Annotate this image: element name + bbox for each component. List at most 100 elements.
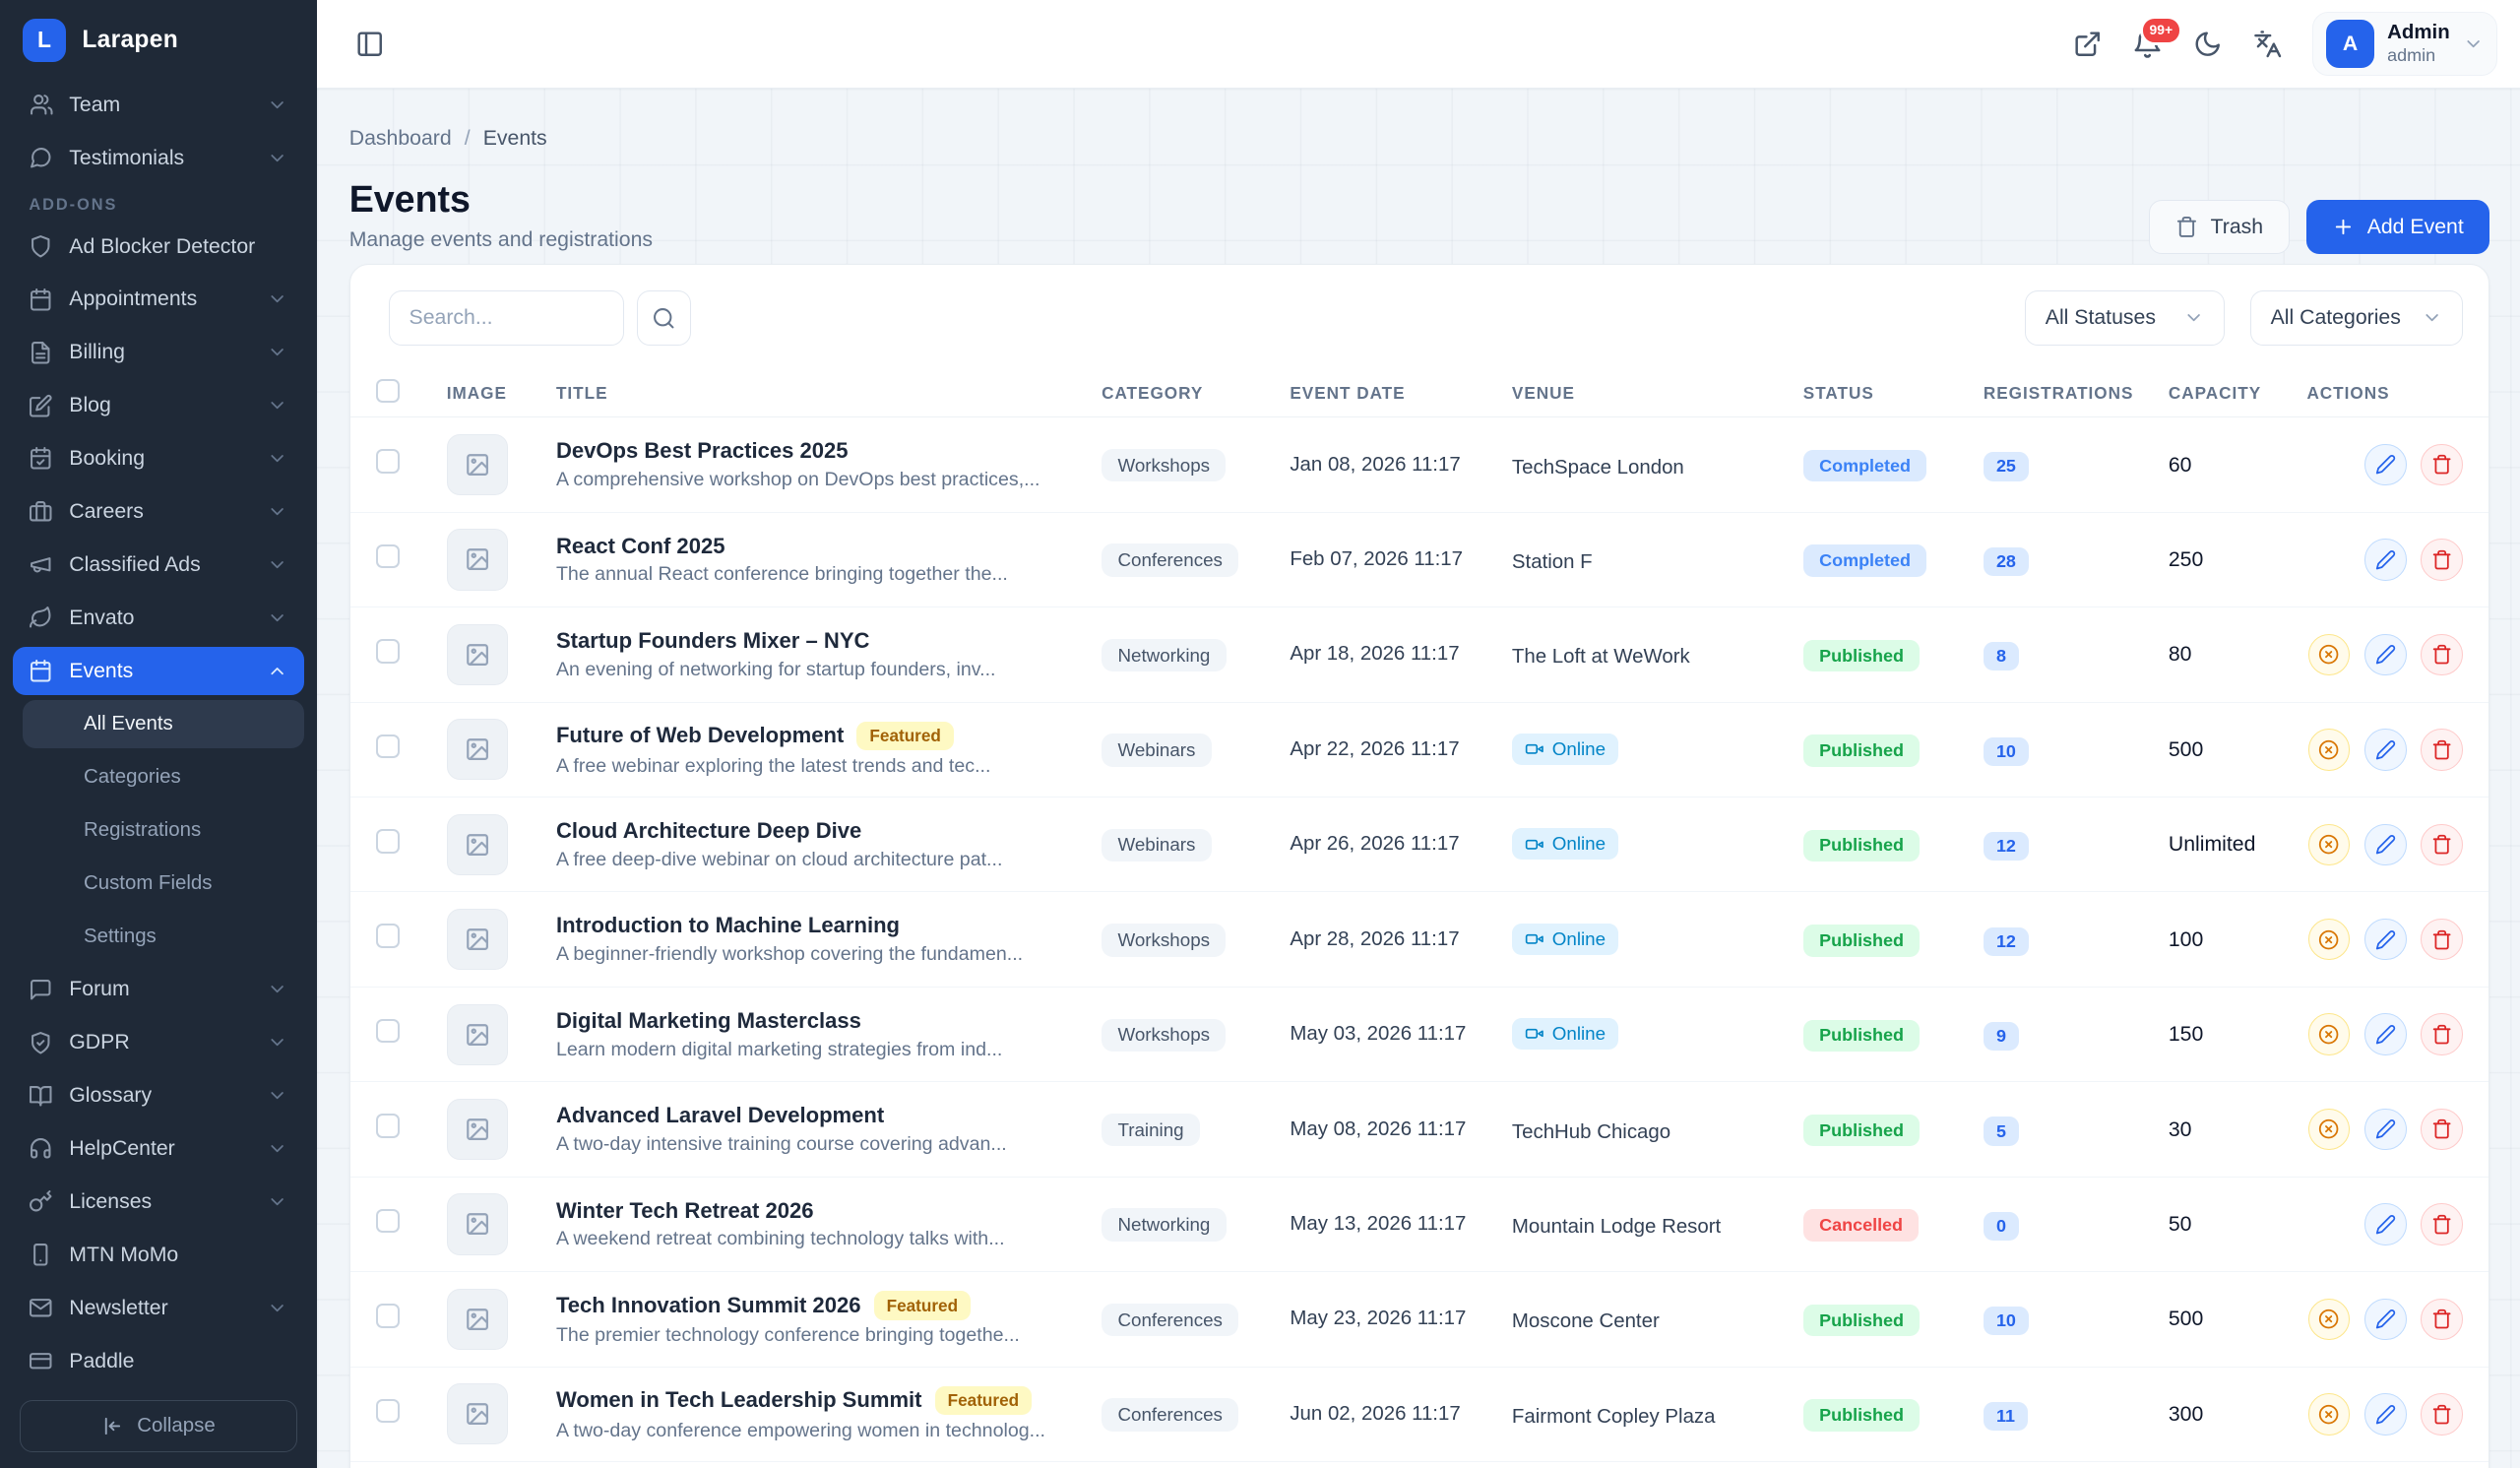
sidebar-item-careers[interactable]: Careers bbox=[13, 487, 304, 536]
sidebar-item-ad-blocker-detector[interactable]: Ad Blocker Detector bbox=[13, 223, 304, 271]
event-title[interactable]: DevOps Best Practices 2025 bbox=[556, 438, 849, 464]
event-title[interactable]: Tech Innovation Summit 2026 bbox=[556, 1293, 861, 1318]
delete-button[interactable] bbox=[2421, 634, 2463, 676]
sidebar-item-billing[interactable]: Billing bbox=[13, 328, 304, 376]
edit-button[interactable] bbox=[2364, 539, 2407, 581]
sidebar-subitem-custom-fields[interactable]: Custom Fields bbox=[23, 860, 304, 908]
row-checkbox[interactable] bbox=[376, 734, 401, 759]
search-input[interactable] bbox=[389, 290, 624, 346]
sidebar-item-licenses[interactable]: Licenses bbox=[13, 1178, 304, 1226]
edit-button[interactable] bbox=[2364, 1393, 2407, 1436]
sidebar-subitem-all-events[interactable]: All Events bbox=[23, 700, 304, 748]
dark-mode-button[interactable] bbox=[2193, 30, 2222, 58]
cancel-event-button[interactable] bbox=[2308, 729, 2351, 771]
user-menu[interactable]: A Admin admin bbox=[2312, 12, 2497, 75]
row-checkbox[interactable] bbox=[376, 1114, 401, 1138]
sidebar-toggle-button[interactable] bbox=[355, 30, 384, 58]
status-filter-select[interactable]: All Statuses bbox=[2025, 290, 2225, 346]
add-event-button[interactable]: Add Event bbox=[2306, 200, 2489, 255]
cancel-event-button[interactable] bbox=[2308, 634, 2351, 676]
event-title[interactable]: Cloud Architecture Deep Dive bbox=[556, 818, 861, 844]
delete-button[interactable] bbox=[2421, 1013, 2463, 1055]
row-checkbox[interactable] bbox=[376, 1399, 401, 1424]
edit-button[interactable] bbox=[2364, 1203, 2407, 1245]
delete-button[interactable] bbox=[2421, 919, 2463, 961]
cancel-event-button[interactable] bbox=[2308, 824, 2351, 866]
venue-text: Moscone Center bbox=[1512, 1310, 1660, 1332]
event-title[interactable]: Women in Tech Leadership Summit bbox=[556, 1387, 922, 1413]
sidebar-item-helpcenter[interactable]: HelpCenter bbox=[13, 1124, 304, 1173]
sidebar-item-mtn-momo[interactable]: MTN MoMo bbox=[13, 1231, 304, 1279]
sidebar-subitem-categories[interactable]: Categories bbox=[23, 753, 304, 801]
event-image-placeholder bbox=[447, 1383, 508, 1444]
search-button[interactable] bbox=[637, 290, 692, 346]
event-title[interactable]: Introduction to Machine Learning bbox=[556, 913, 900, 938]
cancel-event-button[interactable] bbox=[2308, 919, 2351, 961]
delete-button[interactable] bbox=[2421, 444, 2463, 486]
sidebar-item-events[interactable]: Events bbox=[13, 647, 304, 695]
event-title[interactable]: Future of Web Development bbox=[556, 723, 844, 748]
delete-button[interactable] bbox=[2421, 1393, 2463, 1436]
sidebar-item-booking[interactable]: Booking bbox=[13, 434, 304, 482]
brand[interactable]: L Larapen bbox=[0, 0, 317, 81]
cancel-event-button[interactable] bbox=[2308, 1013, 2351, 1055]
column-header-registrations: REGISTRATIONS bbox=[1984, 383, 2169, 404]
sidebar-item-envato[interactable]: Envato bbox=[13, 594, 304, 642]
sidebar-subitem-settings[interactable]: Settings bbox=[23, 913, 304, 961]
edit-button[interactable] bbox=[2364, 1299, 2407, 1341]
sidebar-item-newsletter[interactable]: Newsletter bbox=[13, 1284, 304, 1332]
translate-button[interactable] bbox=[2253, 30, 2282, 58]
edit-button[interactable] bbox=[2364, 444, 2407, 486]
row-checkbox[interactable] bbox=[376, 544, 401, 569]
row-checkbox[interactable] bbox=[376, 639, 401, 664]
sidebar-item-gdpr[interactable]: GDPR bbox=[13, 1018, 304, 1066]
row-checkbox[interactable] bbox=[376, 1209, 401, 1234]
external-link-button[interactable] bbox=[2073, 30, 2102, 58]
edit-button[interactable] bbox=[2364, 1013, 2407, 1055]
event-title[interactable]: Startup Founders Mixer – NYC bbox=[556, 628, 870, 654]
event-title[interactable]: React Conf 2025 bbox=[556, 534, 725, 559]
edit-button[interactable] bbox=[2364, 729, 2407, 771]
breadcrumb-dashboard[interactable]: Dashboard bbox=[349, 126, 452, 151]
sidebar-item-classified-ads[interactable]: Classified Ads bbox=[13, 541, 304, 589]
category-filter-select[interactable]: All Categories bbox=[2250, 290, 2463, 346]
edit-button[interactable] bbox=[2364, 919, 2407, 961]
edit-button[interactable] bbox=[2364, 824, 2407, 866]
cancel-event-button[interactable] bbox=[2308, 1109, 2351, 1151]
delete-button[interactable] bbox=[2421, 729, 2463, 771]
featured-badge: Featured bbox=[935, 1386, 1033, 1415]
delete-button[interactable] bbox=[2421, 1109, 2463, 1151]
collapse-button[interactable]: Collapse bbox=[20, 1400, 298, 1451]
sidebar-item-glossary[interactable]: Glossary bbox=[13, 1071, 304, 1119]
sidebar-item-paddle[interactable]: Paddle bbox=[13, 1337, 304, 1385]
row-checkbox[interactable] bbox=[376, 449, 401, 474]
row-checkbox[interactable] bbox=[376, 924, 401, 948]
delete-button[interactable] bbox=[2421, 824, 2463, 866]
event-title[interactable]: Digital Marketing Masterclass bbox=[556, 1008, 861, 1034]
select-all-checkbox[interactable] bbox=[376, 379, 401, 404]
trash-button[interactable]: Trash bbox=[2149, 200, 2291, 255]
sidebar-item-appointments[interactable]: Appointments bbox=[13, 275, 304, 323]
cancel-event-button[interactable] bbox=[2308, 1393, 2351, 1436]
cancel-event-button[interactable] bbox=[2308, 1299, 2351, 1341]
sidebar-item-testimonials[interactable]: Testimonials bbox=[13, 134, 304, 182]
row-checkbox[interactable] bbox=[376, 1019, 401, 1044]
external-link-icon bbox=[2073, 30, 2102, 58]
row-checkbox[interactable] bbox=[376, 1304, 401, 1328]
sidebar-item-team[interactable]: Team bbox=[13, 81, 304, 129]
delete-button[interactable] bbox=[2421, 539, 2463, 581]
sidebar-item-blog[interactable]: Blog bbox=[13, 381, 304, 429]
chevron-down-icon bbox=[267, 979, 287, 999]
event-title[interactable]: Advanced Laravel Development bbox=[556, 1103, 884, 1128]
edit-button[interactable] bbox=[2364, 634, 2407, 676]
sidebar-subitem-registrations[interactable]: Registrations bbox=[23, 806, 304, 855]
chevron-down-icon bbox=[2463, 33, 2484, 54]
row-checkbox[interactable] bbox=[376, 829, 401, 854]
delete-button[interactable] bbox=[2421, 1299, 2463, 1341]
notifications-button[interactable]: 99+ bbox=[2132, 29, 2163, 59]
page-title: Events bbox=[349, 177, 653, 223]
sidebar-item-forum[interactable]: Forum bbox=[13, 965, 304, 1013]
delete-button[interactable] bbox=[2421, 1203, 2463, 1245]
edit-button[interactable] bbox=[2364, 1109, 2407, 1151]
event-title[interactable]: Winter Tech Retreat 2026 bbox=[556, 1198, 814, 1224]
